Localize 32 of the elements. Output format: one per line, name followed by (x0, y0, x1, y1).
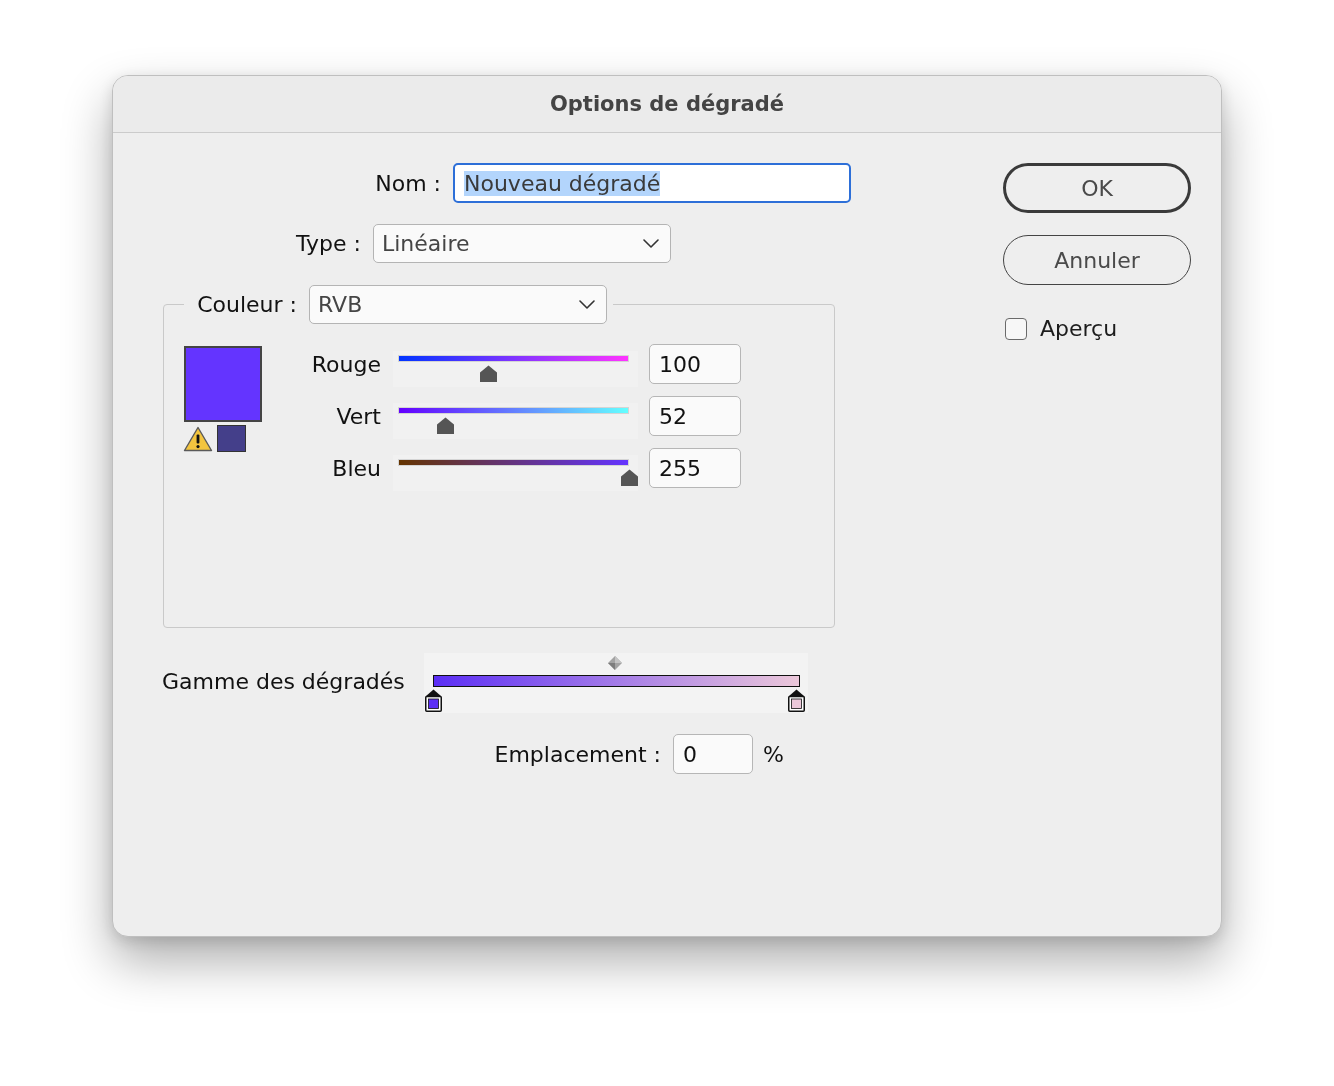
name-field[interactable]: Nouveau dégradé (453, 163, 851, 203)
gradient-stop-handle[interactable] (787, 689, 805, 712)
warning-icon[interactable] (183, 425, 213, 452)
slider-thumb[interactable] (436, 417, 454, 434)
field-label: Type : (295, 231, 361, 256)
field-label: Nom : (374, 170, 441, 196)
field-label: Gamme des dégradés (162, 669, 406, 694)
dialog-button[interactable]: Annuler (1003, 235, 1191, 285)
window-title: Options de dégradé (550, 92, 784, 116)
gradient-stop-handle[interactable] (424, 689, 442, 712)
value-field[interactable]: 100 (649, 344, 741, 384)
slider-label: Vert (335, 403, 381, 429)
slider-label: Rouge (310, 351, 381, 377)
midpoint-handle[interactable] (607, 656, 622, 670)
value-field[interactable]: 52 (649, 396, 741, 436)
gradient-slider-track[interactable] (424, 653, 808, 713)
dialog-button[interactable]: OK (1003, 163, 1191, 213)
color-model-dropdown[interactable]: RVB (309, 285, 607, 324)
chevron-down-icon (643, 239, 659, 248)
unit-label: % (763, 741, 784, 767)
gamut-color-swatch[interactable] (217, 425, 246, 452)
location-field[interactable]: 0 (673, 734, 753, 774)
value-field[interactable]: 255 (649, 448, 741, 488)
slider-thumb[interactable] (620, 469, 638, 486)
preview-checkbox[interactable] (1005, 317, 1027, 340)
chevron-down-icon (579, 300, 595, 309)
field-label: Emplacement : (493, 741, 661, 767)
field-label: Couleur : (196, 292, 297, 317)
slider-thumb[interactable] (480, 365, 498, 382)
type-dropdown[interactable]: Linéaire (373, 224, 671, 263)
checkbox-label[interactable]: Aperçu (1040, 316, 1118, 341)
slider-label: Bleu (331, 455, 381, 481)
